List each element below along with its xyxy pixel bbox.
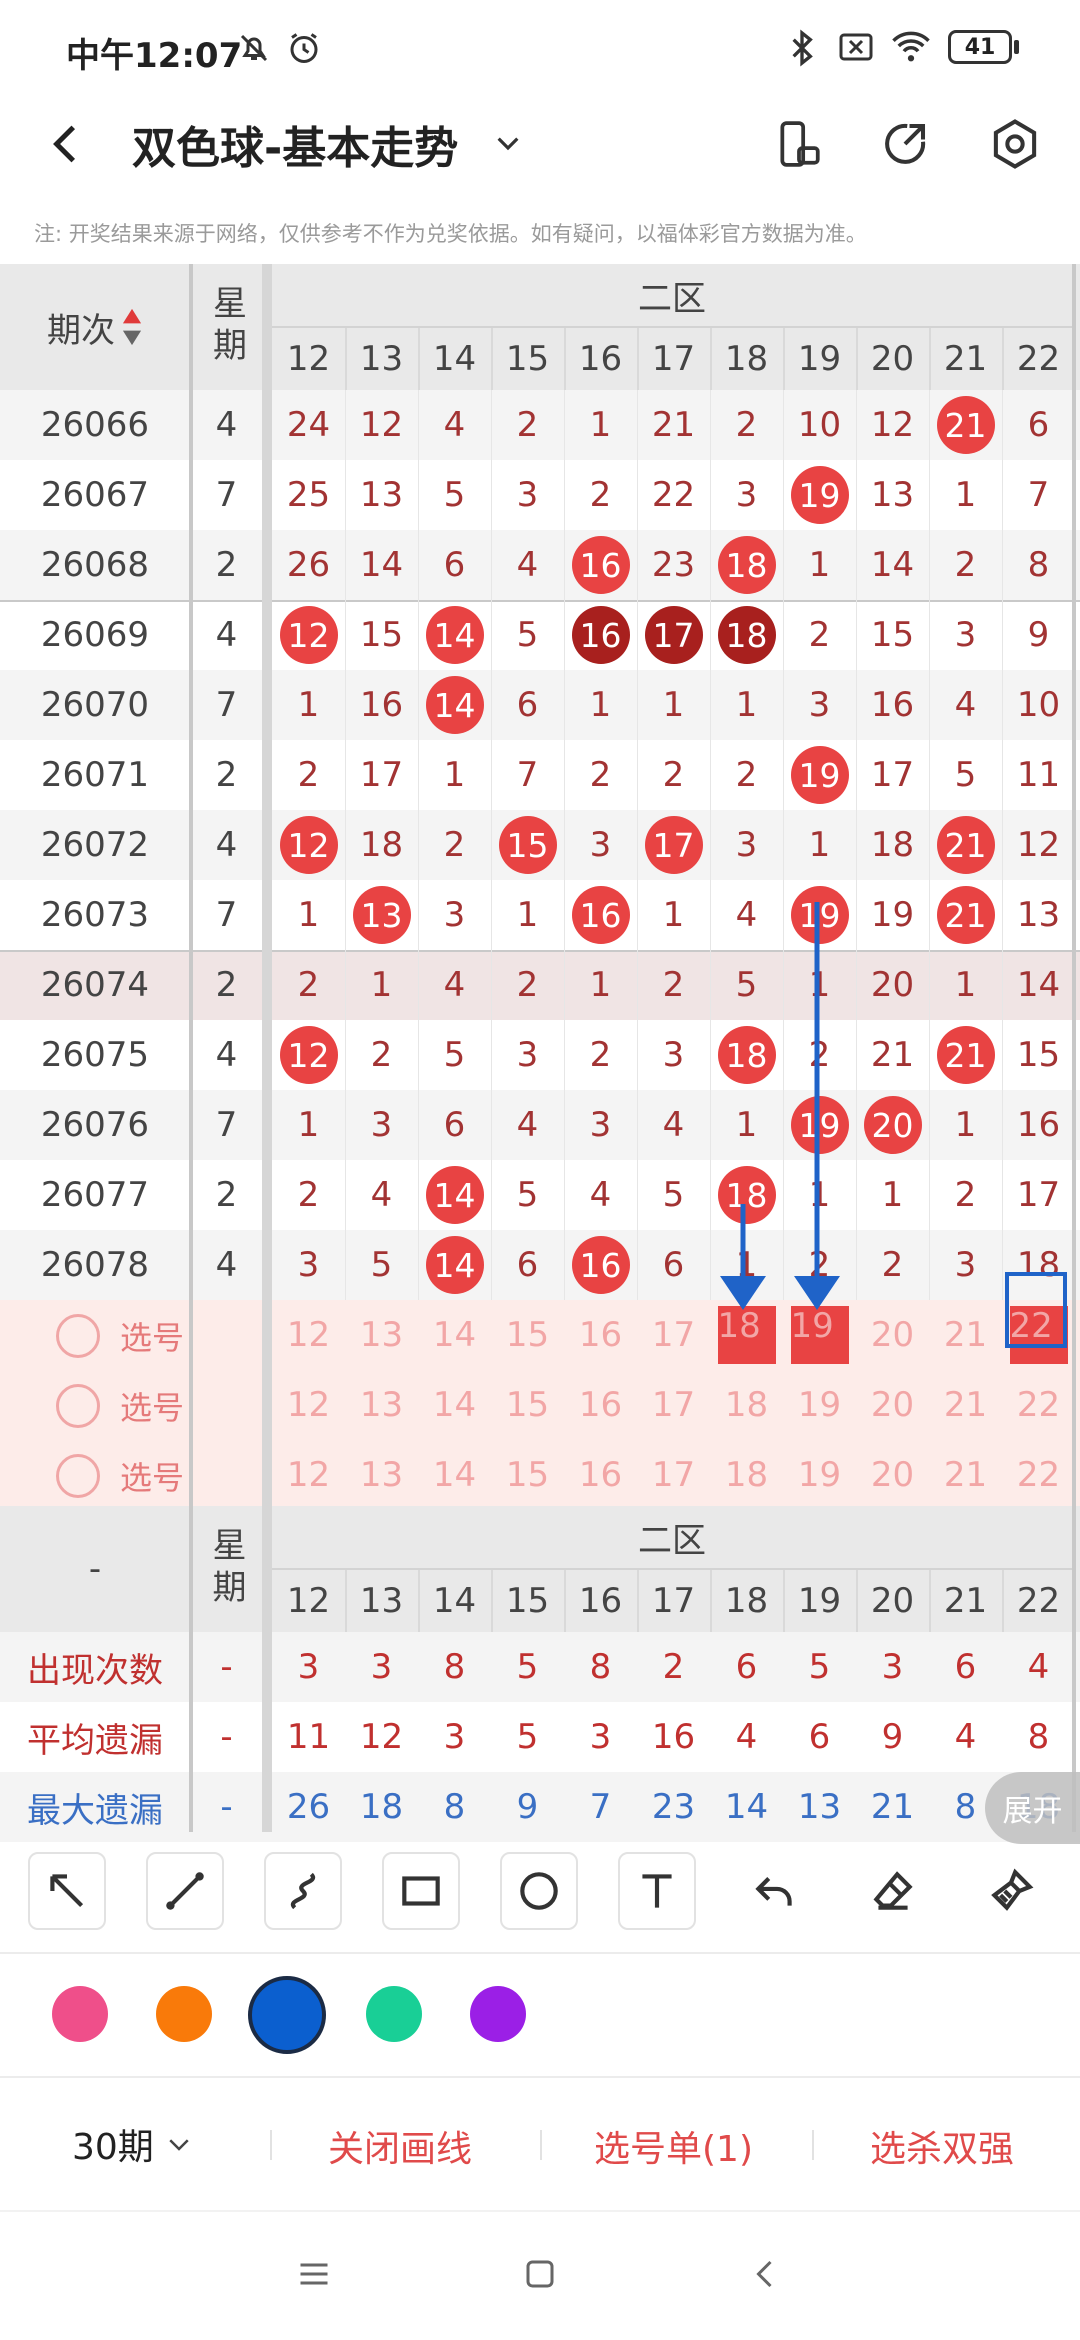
- pick-list-button[interactable]: 选号单(1): [594, 2120, 753, 2172]
- drawing-toolbar: [0, 1832, 1080, 1952]
- clear-brush-icon: [991, 1868, 1034, 1911]
- color-swatch-pink[interactable]: [52, 1986, 108, 2042]
- rectangle-tool-icon: [402, 1876, 440, 1906]
- home-square-icon[interactable]: [522, 2256, 558, 2292]
- text-tool-button[interactable]: [618, 1852, 696, 1930]
- period-count-label: 30期: [72, 2127, 154, 2168]
- system-nav-bar: [0, 2210, 1080, 2340]
- menu-icon[interactable]: [296, 2256, 332, 2292]
- line-tool-icon: [166, 1872, 204, 1910]
- bottom-action-bar: 30期 关闭画线 选号单(1) 选杀双强: [0, 2076, 1080, 2210]
- chevron-down-icon: [169, 2139, 189, 2151]
- app-bar: 双色球-基本走势: [0, 90, 1080, 200]
- clear-brush-button[interactable]: [972, 1852, 1050, 1930]
- page-title[interactable]: 双色球-基本走势: [132, 112, 458, 176]
- period-count-dropdown[interactable]: 30期: [72, 2118, 196, 2170]
- color-swatch-green[interactable]: [366, 1986, 422, 2042]
- battery-level: 41: [964, 34, 996, 60]
- rectangle-tool-button[interactable]: [382, 1852, 460, 1930]
- color-swatch-purple[interactable]: [470, 1986, 526, 2042]
- kill-strong-button[interactable]: 选杀双强: [870, 2120, 1014, 2172]
- back-icon[interactable]: [748, 2256, 784, 2292]
- color-swatch-blue-selected[interactable]: [248, 1976, 326, 2054]
- status-bar: 中午12:07 41: [0, 0, 1080, 90]
- divider: [812, 2130, 814, 2160]
- color-palette: [0, 1952, 1080, 2072]
- sim-off-icon: [839, 33, 873, 61]
- bluetooth-icon: [792, 29, 813, 67]
- status-time: 中午12:07: [66, 36, 243, 76]
- divider: [540, 2130, 542, 2160]
- circle-tool-icon: [520, 1872, 558, 1910]
- arrow-tool-icon: [50, 1874, 84, 1908]
- mute-bell-icon: [240, 34, 268, 62]
- share-icon[interactable]: [878, 116, 932, 172]
- drawn-lines-overlay: [720, 902, 1067, 1348]
- eraser-button[interactable]: [854, 1852, 932, 1930]
- undo-button[interactable]: [736, 1852, 814, 1930]
- alarm-icon: [290, 33, 318, 63]
- drawn-rectangle: [1005, 1272, 1067, 1348]
- chevron-down-icon[interactable]: [490, 128, 526, 160]
- line-tool-button[interactable]: [146, 1852, 224, 1930]
- curve-tool-button[interactable]: [264, 1852, 342, 1930]
- divider: [270, 2130, 272, 2160]
- arrow-head-icon: [794, 1276, 840, 1310]
- curve-tool-icon: [290, 1872, 316, 1910]
- undo-icon: [755, 1877, 792, 1906]
- trend-table: 期次 星期 二区 12 13 14 15 16 17 18 19 20 21 22 26066 4 24…: [0, 264, 1080, 1844]
- color-swatch-orange[interactable]: [156, 1986, 212, 2042]
- wifi-icon: [892, 31, 930, 62]
- arrow-head-icon: [720, 1276, 766, 1310]
- circle-tool-button[interactable]: [500, 1852, 578, 1930]
- arrow-tool-button[interactable]: [28, 1852, 106, 1930]
- battery-tip: [1014, 40, 1019, 54]
- text-tool-icon: [642, 1874, 672, 1908]
- battery-icon: 41: [948, 30, 1012, 64]
- settings-icon[interactable]: [988, 116, 1042, 172]
- back-arrow-icon[interactable]: [42, 116, 92, 172]
- close-lines-button[interactable]: 关闭画线: [328, 2120, 472, 2172]
- rotate-screen-icon[interactable]: [774, 116, 824, 172]
- disclaimer-notice: 注: 开奖结果来源于网络，仅供参考不作为兑奖依据。如有疑问，以福体彩官方数据为准…: [34, 222, 867, 246]
- eraser-icon: [873, 1871, 913, 1910]
